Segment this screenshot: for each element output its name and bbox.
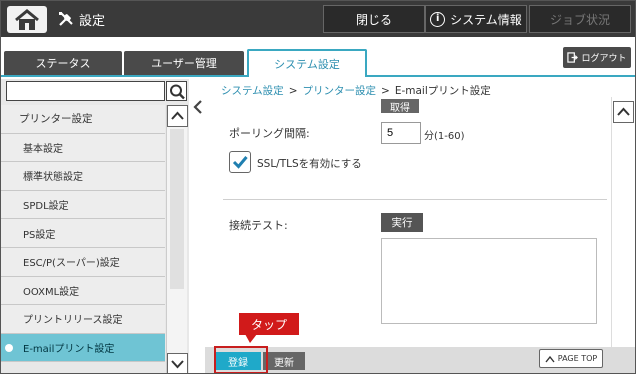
tap-callout: タップ: [239, 313, 299, 335]
sidebar-scroll-thumb[interactable]: [170, 129, 184, 289]
sidebar-item-ooxml[interactable]: OOXML設定: [1, 276, 165, 306]
page-top-label: PAGE TOP: [557, 354, 598, 363]
job-status-button[interactable]: ジョブ状況: [529, 5, 631, 33]
sidebar-item-default-state[interactable]: 標準状態設定: [1, 162, 165, 191]
sidebar-item-basic[interactable]: 基本設定: [1, 133, 165, 163]
polling-interval-label: ポーリング間隔:: [229, 127, 310, 140]
collapse-sidebar-button[interactable]: [191, 97, 205, 117]
tab-bar: ステータス ユーザー管理 システム設定 ログアウト: [1, 37, 635, 77]
run-button[interactable]: 実行: [381, 213, 423, 232]
search-icon: [170, 84, 185, 100]
sidebar-item-print-release[interactable]: プリントリリース設定: [1, 305, 165, 334]
tap-callout-pointer: [245, 334, 257, 343]
chevron-left-icon: [193, 100, 202, 114]
tap-highlight-box: [214, 346, 268, 373]
connection-test-result: [381, 238, 597, 324]
home-button[interactable]: [7, 6, 47, 33]
settings-menu: プリンター設定 基本設定 標準状態設定 SPDL設定 PS設定 ESC/P(スー…: [1, 105, 165, 363]
breadcrumb-system-settings[interactable]: システム設定: [221, 85, 284, 97]
breadcrumb-separator: >: [288, 85, 298, 97]
sidebar-item-spdl[interactable]: SPDL設定: [1, 190, 165, 220]
system-info-label: システム情報: [450, 12, 522, 27]
action-footer: 登録 更新 PAGE TOP: [205, 347, 635, 373]
logout-label: ログアウト: [581, 54, 627, 64]
sidebar-scroll-up-button[interactable]: [167, 105, 188, 127]
checkmark-icon: [232, 156, 248, 169]
update-button[interactable]: 更新: [263, 352, 305, 370]
section-divider: [223, 199, 607, 200]
sidebar: プリンター設定 基本設定 標準状態設定 SPDL設定 PS設定 ESC/P(スー…: [1, 79, 189, 373]
tools-icon: [59, 12, 73, 26]
breadcrumb-separator: >: [381, 85, 390, 97]
breadcrumb: システム設定 > プリンター設定 > E-mailプリント設定: [221, 83, 491, 98]
sidebar-item-escp[interactable]: ESC/P(スーパー)設定: [1, 247, 165, 277]
logout-icon: [567, 52, 579, 63]
app-frame: 設定 閉じる i システム情報 ジョブ状況 ステータス ユーザー管理 システム設…: [0, 0, 636, 374]
search-input[interactable]: [6, 81, 165, 101]
selected-indicator: [5, 343, 13, 352]
page-top-button[interactable]: PAGE TOP: [539, 349, 603, 368]
sidebar-scrollbar[interactable]: [166, 105, 188, 373]
polling-interval-input[interactable]: [381, 122, 421, 144]
polling-interval-unit: 分(1-60): [424, 131, 465, 142]
sidebar-item-label: E-mailプリント設定: [23, 344, 115, 356]
sidebar-item-email-print[interactable]: E-mailプリント設定: [1, 333, 165, 363]
sidebar-item-printer-settings[interactable]: プリンター設定: [1, 105, 165, 134]
ssl-tls-checkbox[interactable]: [229, 151, 251, 173]
breadcrumb-current: E-mailプリント設定: [394, 85, 491, 97]
chevron-up-icon: [617, 107, 630, 116]
get-button[interactable]: 取得: [381, 99, 419, 114]
triangle-up-icon: [545, 355, 555, 362]
chevron-up-icon: [171, 111, 184, 120]
top-bar: 設定 閉じる i システム情報 ジョブ状況: [1, 1, 635, 37]
home-icon: [15, 9, 39, 30]
content-scroll-up-button[interactable]: [613, 101, 634, 123]
content-scrollbar[interactable]: [611, 97, 635, 349]
search-button[interactable]: [166, 81, 187, 101]
info-icon: i: [430, 11, 446, 27]
sidebar-scroll-down-button[interactable]: [167, 353, 188, 373]
ssl-tls-label: SSL/TLSを有効にする: [257, 158, 362, 170]
sidebar-item-ps[interactable]: PS設定: [1, 219, 165, 248]
close-button[interactable]: 閉じる: [323, 5, 425, 33]
connection-test-label: 接続テスト:: [229, 219, 288, 232]
tab-user-management[interactable]: ユーザー管理: [124, 51, 244, 75]
tab-system-settings[interactable]: システム設定: [247, 49, 367, 77]
chevron-down-icon: [171, 360, 184, 369]
tab-status[interactable]: ステータス: [4, 51, 122, 75]
logout-button[interactable]: ログアウト: [563, 47, 631, 68]
settings-title: 設定: [57, 7, 105, 31]
breadcrumb-printer-settings[interactable]: プリンター設定: [303, 85, 377, 97]
settings-title-text: 設定: [79, 13, 106, 29]
system-info-button[interactable]: i システム情報: [425, 5, 527, 33]
settings-content: 取得 ポーリング間隔: 分(1-60) SSL/TLSを有効にする 接続テスト:…: [217, 97, 609, 347]
